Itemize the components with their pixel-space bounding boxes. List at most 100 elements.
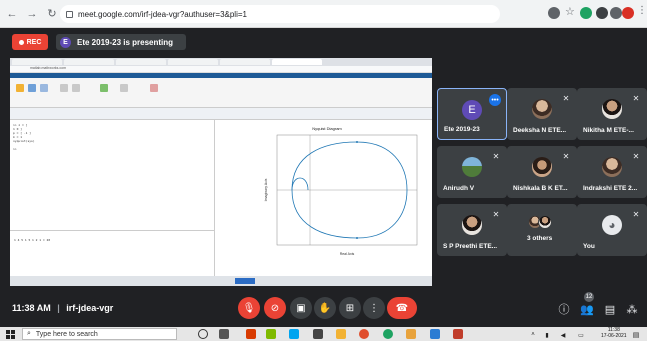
extension-green-icon[interactable] xyxy=(580,7,592,19)
participant-name: Anirudh V xyxy=(443,185,475,192)
shared-tab xyxy=(116,59,166,65)
divider xyxy=(10,230,215,231)
menu-icon[interactable]: ⋮ xyxy=(637,5,647,17)
search-icon: ⌕ xyxy=(27,330,31,337)
activities-icon[interactable]: ⁂ xyxy=(625,302,639,316)
raise-hand-icon: ✋ xyxy=(318,302,332,314)
open-icon xyxy=(28,84,36,92)
mic-off-icon: ✕ xyxy=(632,151,640,161)
participant-avatar xyxy=(462,157,482,177)
participant-avatar xyxy=(532,99,552,119)
tool-icon xyxy=(72,84,80,92)
reload-icon[interactable]: ↻ xyxy=(44,6,60,22)
camera-off-button[interactable]: ⊘ xyxy=(264,297,286,319)
app-icon[interactable] xyxy=(246,329,256,339)
network-icon[interactable]: ▮ xyxy=(540,328,554,341)
editor-tabstrip xyxy=(10,108,432,120)
curve-marker xyxy=(356,141,358,143)
participant-avatar xyxy=(532,157,552,177)
mic-off-icon: ✕ xyxy=(492,209,500,219)
more-options-icon[interactable]: ••• xyxy=(489,94,501,106)
volume-icon[interactable]: ◀ xyxy=(556,328,570,341)
puzzle-icon[interactable] xyxy=(596,7,608,19)
participant-avatar xyxy=(602,157,622,177)
back-arrow-icon[interactable]: ← xyxy=(4,6,20,22)
tool-icon xyxy=(120,84,128,92)
mic-off-icon: ✕ xyxy=(632,209,640,219)
end-call-button[interactable]: ☎ xyxy=(387,297,417,319)
screen: ← → ↻ meet.google.com/irf-jdea-vgr?authu… xyxy=(0,0,647,341)
participant-name: You xyxy=(583,243,595,250)
separator: | xyxy=(57,303,60,313)
notification-icon[interactable]: ▤ xyxy=(629,328,643,341)
app-icon[interactable] xyxy=(266,329,276,339)
app-icon[interactable] xyxy=(453,329,463,339)
clock-date: 17-06-2021 xyxy=(601,333,627,339)
participant-count-badge: 12 xyxy=(584,292,594,302)
figure-title: Nyquist Diagram xyxy=(312,126,342,131)
task-view-icon[interactable] xyxy=(219,329,229,339)
people-icon[interactable]: 👥 xyxy=(580,302,594,316)
raise-hand-button[interactable]: ✋ xyxy=(314,297,336,319)
chat-icon[interactable]: ▤ xyxy=(603,302,617,316)
meeting-code: irf-jdea-vgr xyxy=(66,303,114,313)
mic-off-icon: ✕ xyxy=(562,93,570,103)
shared-taskbar-active xyxy=(235,278,255,284)
nyquist-curve-loop xyxy=(291,177,309,191)
participant-avatar xyxy=(462,215,482,235)
meeting-time-bar: 11:38 AM | irf-jdea-vgr xyxy=(12,303,113,313)
participant-tile[interactable]: ✕ S P Preethi ETE... xyxy=(437,204,507,256)
chrome-icon[interactable] xyxy=(359,329,369,339)
profile-avatar[interactable] xyxy=(622,7,634,19)
star-icon[interactable]: ☆ xyxy=(565,5,577,18)
battery-icon[interactable]: ▭ xyxy=(574,328,588,341)
mic-off-icon: 🎙 xyxy=(242,302,256,314)
forward-arrow-icon[interactable]: → xyxy=(24,6,40,22)
end-call-icon: ☎ xyxy=(395,302,409,314)
participant-name: Deeksha N ETE... xyxy=(513,127,567,134)
cortana-icon[interactable] xyxy=(198,329,208,339)
participant-tile-presenter[interactable]: E ••• Ete 2019-23 xyxy=(437,88,507,140)
camera-extension-icon[interactable] xyxy=(548,7,560,19)
app-icon[interactable] xyxy=(383,329,393,339)
media-icon[interactable] xyxy=(610,7,622,19)
participant-tile[interactable]: ✕ Nikitha M ETE-... xyxy=(577,88,647,140)
address-url: meet.google.com/irf-jdea-vgr?authuser=3&… xyxy=(78,9,247,19)
windows-start-icon[interactable] xyxy=(6,330,15,339)
present-screen-button[interactable]: ⊞ xyxy=(339,297,361,319)
shared-tab-active xyxy=(272,59,322,65)
info-icon[interactable]: ⓘ xyxy=(557,302,571,316)
captions-button[interactable]: ▣ xyxy=(290,297,312,319)
app-icon[interactable] xyxy=(406,329,416,339)
tray-chevron-icon[interactable]: ˄ xyxy=(526,328,540,341)
matlab-toolstrip xyxy=(10,78,432,108)
participant-tile[interactable]: ✕ Anirudh V xyxy=(437,146,507,198)
edge-icon[interactable] xyxy=(289,329,299,339)
nyquist-plot: Nyquist Diagram Real Axis Imaginary Axis xyxy=(264,126,418,256)
shared-tab xyxy=(220,59,270,65)
presenter-tile-avatar: E xyxy=(462,100,482,120)
participant-name: Ete 2019-23 xyxy=(444,126,480,133)
more-options-button[interactable]: ⋮ xyxy=(363,297,385,319)
nyquist-figure: Nyquist Diagram Real Axis Imaginary Axis xyxy=(222,120,432,265)
address-bar[interactable]: meet.google.com/irf-jdea-vgr?authuser=3&… xyxy=(60,5,500,23)
participant-tile[interactable]: ✕ Nishkala B K ET... xyxy=(507,146,577,198)
taskbar-search-input[interactable]: ⌕ Type here to search xyxy=(22,328,177,340)
taskbar-clock[interactable]: 11:38 17-06-2021 xyxy=(601,327,627,339)
others-tile[interactable]: 3 others xyxy=(507,204,577,256)
browser-toolbar: ← → ↻ meet.google.com/irf-jdea-vgr?authu… xyxy=(0,0,647,28)
mic-off-icon: ✕ xyxy=(492,151,500,161)
new-script-icon xyxy=(16,84,24,92)
shared-taskbar xyxy=(10,276,432,286)
others-avatars xyxy=(528,215,552,229)
participant-tile[interactable]: ✕ Indrakshi ETE 2... xyxy=(577,146,647,198)
participant-avatar xyxy=(602,99,622,119)
file-explorer-icon[interactable] xyxy=(336,329,346,339)
participant-tile[interactable]: ✕ Deeksha N ETE... xyxy=(507,88,577,140)
self-tile[interactable]: ✕ ◕ You xyxy=(577,204,647,256)
mic-off-button[interactable]: 🎙 xyxy=(238,297,260,319)
shared-tab xyxy=(64,59,114,65)
presenting-badge: E Ete 2019-23 is presenting xyxy=(56,34,186,50)
word-icon[interactable] xyxy=(430,329,440,339)
app-icon[interactable] xyxy=(313,329,323,339)
